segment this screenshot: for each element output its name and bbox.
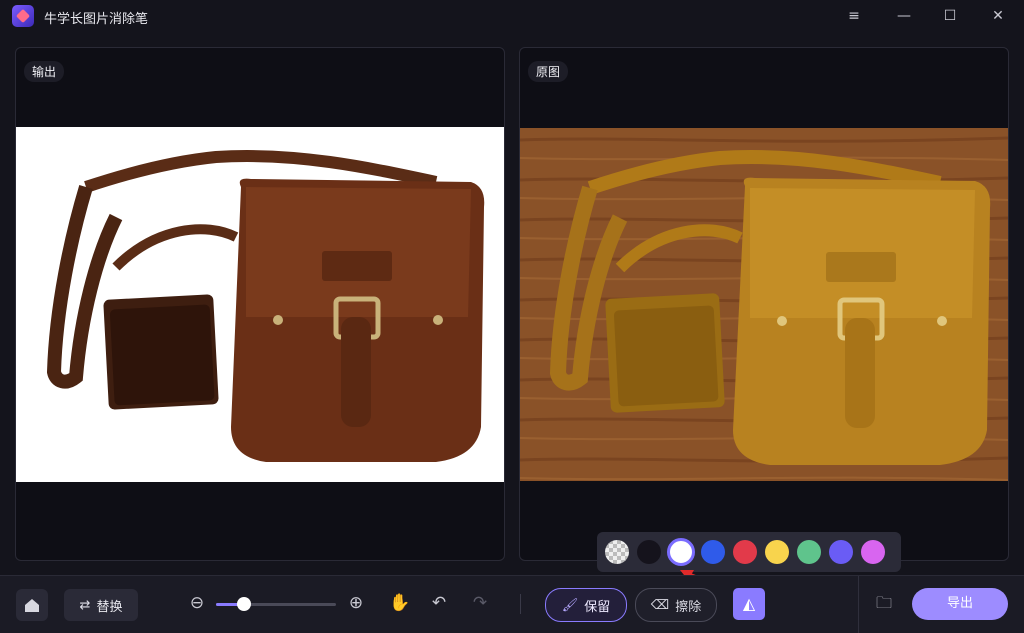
undo-icon[interactable]: ↶ [428,592,450,614]
close-icon[interactable]: ✕ [988,6,1008,26]
swatch-magenta[interactable] [861,540,885,564]
app-title: 牛学长图片消除笔 [44,12,149,27]
minimize-icon[interactable]: — [894,6,914,26]
swatch-black[interactable] [637,540,661,564]
zoom-slider-handle[interactable] [236,597,251,611]
erase-label: 擦除 [675,599,702,615]
brush-icon: 🖌 [561,597,579,613]
erase-button[interactable]: ⌫ 擦除 [635,588,717,622]
bottom-toolbar: ⇄ 替换 ⊖ ⊕ ✋ ↶ ↷ 🖌 保留 ⌫ 擦除 ◭ 🗀 导出 [0,575,1024,633]
output-label: 输出 [24,61,65,82]
zoom-slider[interactable] [216,597,336,611]
hand-icon[interactable]: ✋ [389,592,411,614]
menu-icon[interactable]: ≡ [844,6,864,26]
maximize-icon[interactable]: ☐ [940,6,960,26]
fill-bucket-button[interactable]: ◭ [733,588,765,620]
folder-icon[interactable]: 🗀 [873,592,895,614]
redo-icon[interactable]: ↷ [469,592,491,614]
zoom-out-icon[interactable]: ⊖ [186,592,208,614]
title-bar: 牛学长图片消除笔 ≡ — ☐ ✕ [0,0,1024,32]
home-button[interactable] [16,589,48,621]
output-bag-image [46,150,485,462]
eraser-icon: ⌫ [650,597,670,613]
toolbar-separator [858,576,859,633]
original-panel: 原图 [519,47,1009,561]
app-logo-icon [12,5,34,27]
export-button[interactable]: 导出 [912,588,1008,620]
original-label: 原图 [528,61,569,82]
replace-button[interactable]: ⇄ 替换 [64,589,138,621]
keep-button[interactable]: 🖌 保留 [545,588,627,622]
swatch-purple[interactable] [829,540,853,564]
swap-icon: ⇄ [79,597,91,613]
toolbar-divider [520,594,521,614]
home-icon [25,599,39,612]
original-image[interactable] [520,128,1008,481]
keep-label: 保留 [584,599,611,615]
paint-bucket-icon: ◭ [742,594,756,613]
output-image[interactable] [16,127,504,482]
swatch-transparent[interactable] [605,540,629,564]
original-bag-image [520,128,1008,481]
replace-label: 替换 [96,599,123,615]
zoom-in-icon[interactable]: ⊕ [345,592,367,614]
output-panel: 输出 [15,47,505,561]
